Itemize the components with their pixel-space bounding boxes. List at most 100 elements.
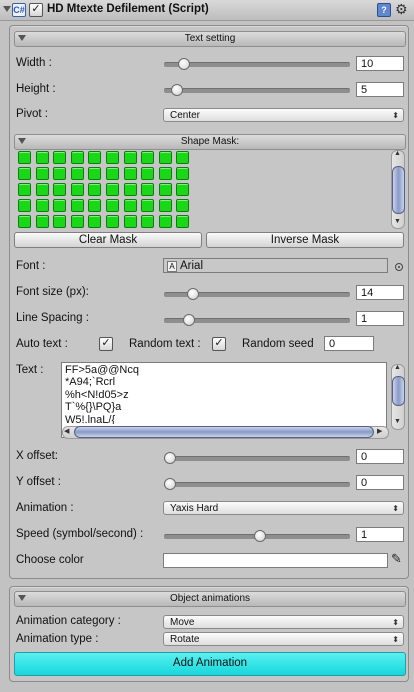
- inverse-mask-button[interactable]: Inverse Mask: [206, 232, 404, 248]
- random-seed-field[interactable]: 0: [324, 336, 374, 351]
- mask-cell[interactable]: [141, 151, 155, 164]
- animation-dropdown[interactable]: Yaxis Hard ⬍: [163, 501, 404, 515]
- mask-cell[interactable]: [176, 183, 190, 196]
- mask-cell[interactable]: [18, 167, 31, 180]
- mask-cell[interactable]: [141, 199, 155, 212]
- mask-cell[interactable]: [53, 199, 67, 212]
- mask-cell[interactable]: [18, 199, 31, 212]
- mask-cell[interactable]: [123, 199, 137, 212]
- mask-cell[interactable]: [70, 199, 84, 212]
- height-slider-thumb[interactable]: [171, 84, 184, 96]
- help-icon[interactable]: ?: [377, 3, 391, 17]
- text-setting-header[interactable]: Text setting: [14, 31, 406, 47]
- mask-cell[interactable]: [176, 151, 190, 164]
- shape-mask-header[interactable]: Shape Mask:: [14, 134, 406, 150]
- object-animations-foldout-icon[interactable]: [18, 595, 26, 601]
- y-offset-slider-thumb[interactable]: [164, 478, 176, 490]
- auto-text-checkbox[interactable]: ✓: [99, 337, 113, 351]
- height-field[interactable]: 5: [356, 82, 404, 97]
- speed-slider-thumb[interactable]: [253, 530, 266, 542]
- mask-cell[interactable]: [106, 199, 119, 212]
- mask-cell[interactable]: [158, 215, 172, 228]
- height-slider-track[interactable]: [164, 88, 350, 93]
- font-size-slider-thumb[interactable]: [186, 288, 199, 300]
- mask-cell[interactable]: [88, 151, 102, 164]
- mask-cell[interactable]: [88, 183, 102, 196]
- mask-cell[interactable]: [35, 151, 49, 164]
- mask-cell[interactable]: [53, 183, 67, 196]
- mask-cell[interactable]: [35, 199, 49, 212]
- color-field[interactable]: [163, 553, 388, 568]
- mask-cell[interactable]: [88, 167, 102, 180]
- text-scroll-down-icon[interactable]: ▼: [393, 418, 402, 425]
- animation-type-dropdown[interactable]: Rotate ⬍: [163, 632, 404, 646]
- y-offset-field[interactable]: 0: [356, 475, 404, 490]
- mask-cell[interactable]: [70, 151, 84, 164]
- speed-field[interactable]: 1: [356, 527, 404, 542]
- pivot-dropdown[interactable]: Center ⬍: [163, 108, 404, 122]
- mask-cell[interactable]: [176, 167, 190, 180]
- x-offset-slider-thumb[interactable]: [164, 452, 176, 464]
- mask-cell[interactable]: [18, 151, 31, 164]
- mask-cell[interactable]: [158, 167, 172, 180]
- mask-cell[interactable]: [106, 167, 119, 180]
- font-size-field[interactable]: 14: [356, 285, 404, 300]
- mask-cell[interactable]: [123, 151, 137, 164]
- mask-vscroll-thumb[interactable]: [392, 166, 405, 214]
- mask-scroll-down-icon[interactable]: ▼: [393, 218, 402, 225]
- mask-cell[interactable]: [35, 183, 49, 196]
- mask-cell[interactable]: [35, 167, 49, 180]
- mask-cell[interactable]: [123, 167, 137, 180]
- mask-cell[interactable]: [158, 199, 172, 212]
- y-offset-slider-track[interactable]: [164, 482, 350, 487]
- clear-mask-button[interactable]: Clear Mask: [14, 232, 202, 248]
- eyedropper-icon[interactable]: ✎: [391, 551, 402, 567]
- x-offset-slider-track[interactable]: [164, 456, 350, 461]
- mask-cell[interactable]: [106, 183, 119, 196]
- mask-cell[interactable]: [88, 199, 102, 212]
- text-scroll-left-icon[interactable]: ◀: [64, 427, 69, 435]
- mask-cell[interactable]: [123, 215, 137, 228]
- width-slider-thumb[interactable]: [178, 58, 191, 70]
- text-setting-foldout-icon[interactable]: [18, 35, 26, 41]
- mask-cell[interactable]: [176, 215, 190, 228]
- mask-cell[interactable]: [88, 215, 102, 228]
- x-offset-field[interactable]: 0: [356, 449, 404, 464]
- mask-cell[interactable]: [53, 215, 67, 228]
- mask-cell[interactable]: [70, 183, 84, 196]
- mask-cell[interactable]: [18, 215, 31, 228]
- mask-cell[interactable]: [70, 215, 84, 228]
- mask-cell[interactable]: [141, 215, 155, 228]
- mask-cell[interactable]: [106, 151, 119, 164]
- component-foldout-arrow-icon[interactable]: [3, 6, 11, 12]
- mask-cell[interactable]: [18, 183, 31, 196]
- mask-scroll-up-icon[interactable]: ▲: [393, 150, 402, 157]
- mask-cell[interactable]: [158, 183, 172, 196]
- mask-cell[interactable]: [123, 183, 137, 196]
- text-scroll-right-icon[interactable]: ▶: [377, 427, 382, 435]
- mask-cell[interactable]: [176, 199, 190, 212]
- mask-cell[interactable]: [70, 167, 84, 180]
- gear-icon[interactable]: ⚙: [395, 1, 408, 18]
- animation-category-dropdown[interactable]: Move ⬍: [163, 615, 404, 629]
- mask-cell[interactable]: [141, 167, 155, 180]
- mask-cell[interactable]: [106, 215, 119, 228]
- object-picker-icon[interactable]: [395, 263, 403, 271]
- text-vscroll-thumb[interactable]: [392, 376, 405, 406]
- mask-cell[interactable]: [53, 167, 67, 180]
- mask-cell[interactable]: [35, 215, 49, 228]
- random-text-checkbox[interactable]: ✓: [212, 337, 226, 351]
- line-spacing-field[interactable]: 1: [356, 311, 404, 326]
- text-hscroll-thumb[interactable]: [74, 426, 374, 438]
- font-object-field[interactable]: A Arial: [163, 258, 388, 273]
- width-slider-track[interactable]: [164, 62, 350, 67]
- mask-cell[interactable]: [141, 183, 155, 196]
- width-field[interactable]: 10: [356, 56, 404, 71]
- shape-mask-foldout-icon[interactable]: [18, 138, 26, 144]
- mask-cell[interactable]: [158, 151, 172, 164]
- text-scroll-up-icon[interactable]: ▲: [393, 364, 402, 371]
- object-animations-header[interactable]: Object animations: [14, 591, 406, 607]
- add-animation-button[interactable]: Add Animation: [14, 652, 406, 676]
- component-enabled-checkbox[interactable]: ✓: [29, 3, 43, 17]
- mask-cell[interactable]: [53, 151, 67, 164]
